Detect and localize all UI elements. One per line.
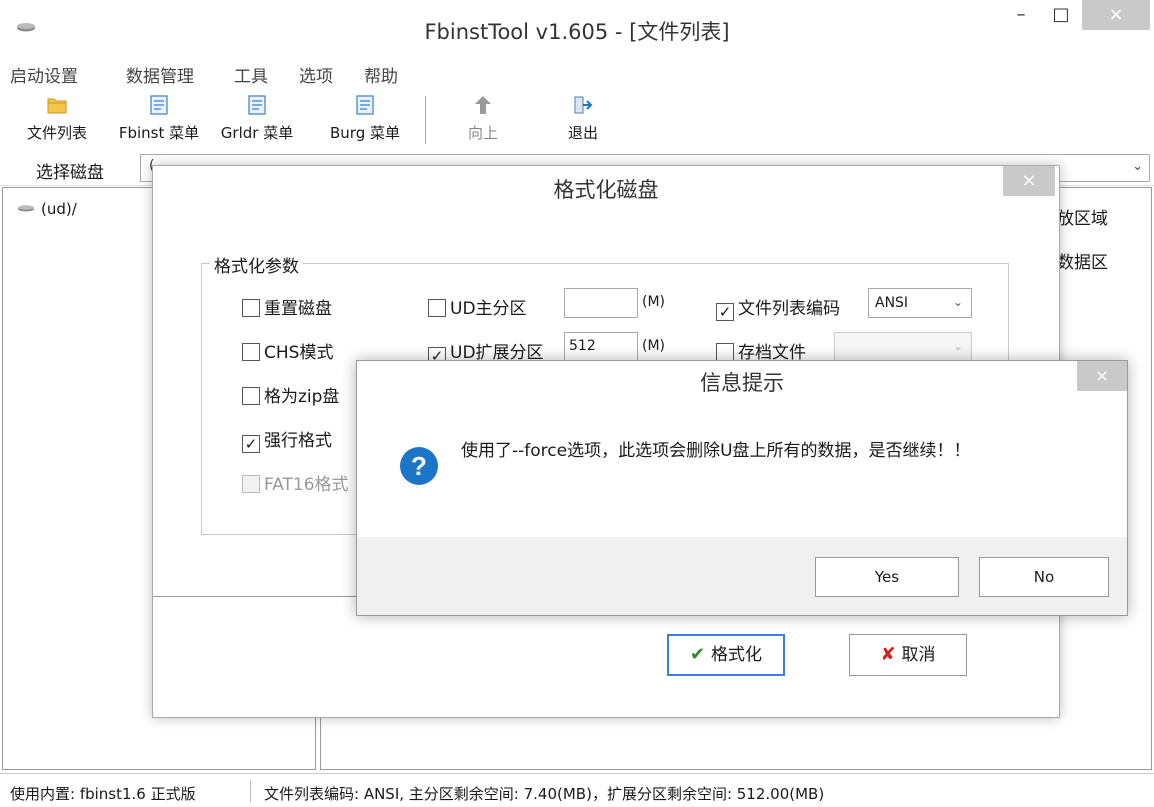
message-box-close-button[interactable]: × (1077, 361, 1127, 391)
check-mark-icon: ✓ (716, 303, 734, 321)
checkbox-box (242, 475, 260, 493)
status-bar: 使用内置: fbinst1.6 正式版 文件列表编码: ANSI, 主分区剩余空… (0, 773, 1154, 807)
format-dialog-title: 格式化磁盘 (553, 178, 659, 202)
tree-root-node[interactable]: (ud)/ (17, 200, 77, 218)
tree-root-label: (ud)/ (41, 200, 77, 218)
ud-extended-unit: (M) (642, 338, 666, 354)
format-params-title: 格式化参数 (210, 252, 303, 277)
toolbar-separator (425, 96, 426, 144)
list-encoding-value: ANSI (875, 295, 909, 311)
chevron-down-icon: ⌄ (952, 339, 963, 353)
list-item[interactable]: 放区域 (1057, 204, 1108, 229)
checkbox-box (242, 343, 260, 361)
drive-icon (18, 205, 34, 212)
menu-doc-icon (356, 95, 374, 115)
chs-mode-checkbox[interactable]: CHS模式 (242, 338, 333, 363)
exit-button[interactable]: 退出 (548, 90, 618, 148)
ud-primary-unit: (M) (642, 294, 666, 310)
force-format-checkbox[interactable]: ✓ 强行格式 (242, 426, 332, 453)
list-encoding-select[interactable]: ANSI ⌄ (868, 288, 972, 318)
menu-help[interactable]: 帮助 (364, 62, 398, 87)
checkbox-box (242, 299, 260, 317)
question-icon: ? (400, 447, 438, 485)
window-title: FbinstTool v1.605 - [文件列表] (424, 20, 730, 44)
maximize-button[interactable]: □ (1044, 0, 1078, 30)
reset-disk-checkbox[interactable]: 重置磁盘 (242, 294, 332, 319)
message-box-footer: Yes No (357, 537, 1127, 615)
checkbox-box (242, 387, 260, 405)
minimize-button[interactable]: – (1004, 0, 1038, 30)
checkbox-box (428, 299, 446, 317)
exit-icon (574, 96, 593, 114)
fbinst-menu-button[interactable]: Fbinst 菜单 (112, 90, 206, 148)
menu-options[interactable]: 选项 (299, 62, 333, 87)
checkbox-box (716, 343, 734, 361)
menu-boot-settings[interactable]: 启动设置 (10, 62, 78, 87)
menu-doc-icon (248, 95, 266, 115)
svg-text:?: ? (411, 451, 427, 481)
ud-primary-size-input[interactable] (564, 288, 638, 318)
format-button[interactable]: ✔ 格式化 (667, 634, 785, 676)
toolbar: 文件列表 Fbinst 菜单 Grldr 菜单 Burg 菜单 向上 退出 (0, 90, 1154, 150)
format-dialog-close-button[interactable]: × (1003, 166, 1055, 196)
title-bar: FbinstTool v1.605 - [文件列表] – □ × (0, 0, 1154, 56)
check-mark-icon: ✓ (242, 435, 260, 453)
up-icon (475, 96, 491, 114)
burg-menu-button[interactable]: Burg 菜单 (318, 90, 412, 148)
status-partition-info: 文件列表编码: ANSI, 主分区剩余空间: 7.40(MB)，扩展分区剩余空间… (264, 785, 825, 803)
fat16-checkbox: FAT16格式 (242, 470, 349, 495)
menu-doc-icon (150, 95, 168, 115)
up-button[interactable]: 向上 (448, 90, 518, 148)
ud-extended-size-input[interactable]: 512 (564, 332, 638, 362)
list-encoding-checkbox[interactable]: ✓ 文件列表编码 (716, 294, 840, 321)
check-icon: ✔ (689, 644, 706, 665)
status-version: 使用内置: fbinst1.6 正式版 (10, 785, 196, 803)
menu-bar: 启动设置 数据管理 工具 选项 帮助 (0, 56, 1154, 90)
cross-icon: ✘ (880, 644, 896, 665)
file-list-button[interactable]: 文件列表 (10, 90, 104, 148)
message-box-title: 信息提示 (700, 371, 784, 395)
menu-data-management[interactable]: 数据管理 (126, 62, 194, 87)
menu-tools[interactable]: 工具 (234, 62, 268, 87)
grldr-menu-button[interactable]: Grldr 菜单 (210, 90, 304, 148)
disk-select-label: 选择磁盘 (36, 163, 104, 183)
chevron-down-icon: ⌄ (1132, 159, 1143, 174)
no-button[interactable]: No (979, 557, 1109, 597)
message-text: 使用了--force选项，此选项会删除U盘上所有的数据，是否继续！！ (461, 441, 971, 461)
chevron-down-icon: ⌄ (952, 295, 963, 309)
archive-file-select: ⌄ (834, 332, 972, 362)
yes-button[interactable]: Yes (815, 557, 959, 597)
list-item[interactable]: 数据区 (1057, 248, 1108, 273)
status-divider (250, 780, 251, 802)
cancel-button[interactable]: ✘ 取消 (849, 634, 967, 676)
info-message-box: 信息提示 × ? 使用了--force选项，此选项会删除U盘上所有的数据，是否继… (356, 360, 1128, 616)
close-button[interactable]: × (1082, 0, 1150, 30)
zip-disk-checkbox[interactable]: 格为zip盘 (242, 382, 339, 407)
folder-icon (47, 98, 67, 114)
ud-primary-checkbox[interactable]: UD主分区 (428, 294, 527, 319)
